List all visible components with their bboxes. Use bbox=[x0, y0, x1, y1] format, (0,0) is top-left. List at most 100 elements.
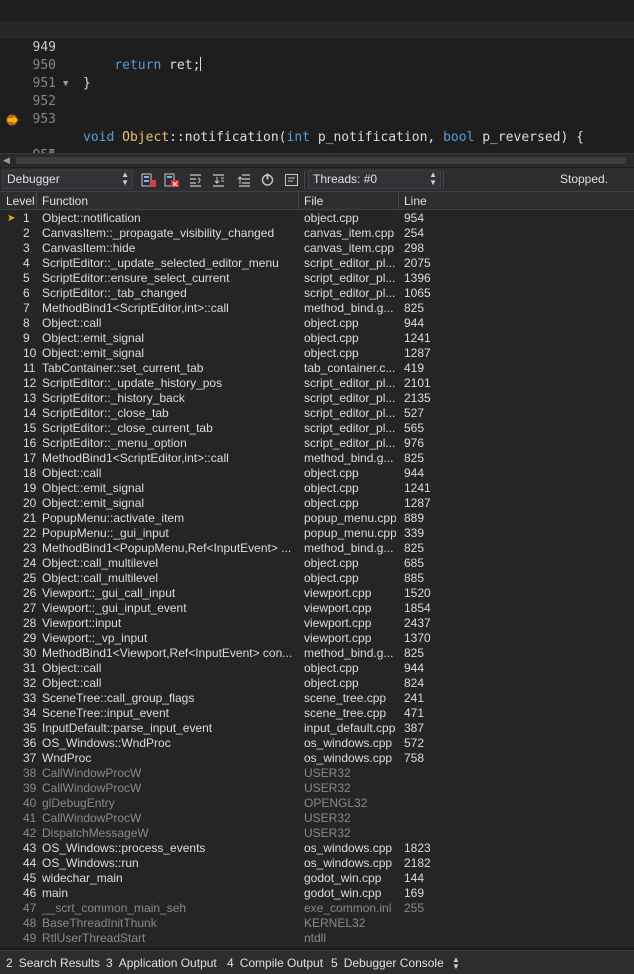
table-row[interactable]: 11 TabContainer::set_current_tab tab_conta… bbox=[0, 361, 634, 376]
code-line-breakpoint[interactable]: 954 _notificationv(p_notification, p_rev… bbox=[0, 111, 634, 153]
table-row[interactable]: 48 BaseThreadInitThunk KERNEL32 bbox=[0, 916, 634, 931]
code-line[interactable]: 950 } bbox=[0, 39, 634, 91]
table-row[interactable]: ➤ 1 Object::notification object.cpp 954 bbox=[0, 211, 634, 226]
frame-function: ScriptEditor::_update_history_pos bbox=[42, 376, 223, 390]
header-level[interactable]: Level bbox=[6, 194, 35, 208]
table-row[interactable]: 8 Object::call object.cpp 944 bbox=[0, 316, 634, 331]
call-stack-table[interactable]: Level Function File Line ➤ 1 Object::notif… bbox=[0, 192, 634, 947]
table-row[interactable]: 5 ScriptEditor::ensure_select_current scri… bbox=[0, 271, 634, 286]
toggle-breakpoints-icon[interactable] bbox=[140, 172, 157, 188]
code-line[interactable]: 952 ▼ void Object::notification(int p_no… bbox=[0, 75, 634, 145]
step-out-icon[interactable] bbox=[236, 172, 253, 188]
code-editor[interactable]: 948 949 return ret; 950 } 951 952 ▼ void… bbox=[0, 0, 634, 153]
frame-file: object.cpp bbox=[304, 676, 359, 690]
table-row[interactable]: 43 OS_Windows::process_events os_windows.c… bbox=[0, 841, 634, 856]
frame-function: Viewport::input bbox=[42, 616, 122, 630]
table-row[interactable]: 35 InputDefault::parse_input_event input_d… bbox=[0, 721, 634, 736]
table-row[interactable]: 9 Object::emit_signal object.cpp 1241 bbox=[0, 331, 634, 346]
restart-debugger-icon[interactable] bbox=[259, 172, 276, 188]
header-file[interactable]: File bbox=[304, 194, 323, 208]
table-row[interactable]: 34 SceneTree::input_event scene_tree.cpp 47… bbox=[0, 706, 634, 721]
column-divider[interactable] bbox=[398, 192, 399, 210]
breakpoint-current-frame-icon[interactable] bbox=[5, 114, 20, 126]
table-row[interactable]: 49 RtlUserThreadStart ntdll bbox=[0, 931, 634, 946]
frame-level: 28 bbox=[23, 616, 37, 630]
table-row[interactable]: 22 PopupMenu::_gui_input popup_menu.cpp 339 bbox=[0, 526, 634, 541]
table-row[interactable]: 29 Viewport::_vp_input viewport.cpp 1370 bbox=[0, 631, 634, 646]
frame-function: Object::call_multilevel bbox=[42, 571, 159, 585]
frame-function: MethodBind1<PopupMenu,Ref<InputEvent> ..… bbox=[42, 541, 292, 555]
frame-file: method_bind.g... bbox=[304, 646, 394, 660]
table-row[interactable]: 44 OS_Windows::run os_windows.cpp 2182 bbox=[0, 856, 634, 871]
column-divider[interactable] bbox=[298, 192, 299, 210]
table-row[interactable]: 38 CallWindowProcW USER32 bbox=[0, 766, 634, 781]
table-row[interactable]: 36 OS_Windows::WndProc os_windows.cpp 572 bbox=[0, 736, 634, 751]
table-row[interactable]: 42 DispatchMessageW USER32 bbox=[0, 826, 634, 841]
table-row[interactable]: 13 ScriptEditor::_history_back script_edit… bbox=[0, 391, 634, 406]
frame-level: 45 bbox=[23, 871, 37, 885]
editor-horizontal-scrollbar[interactable]: ◀ bbox=[0, 153, 634, 167]
table-row[interactable]: 26 Viewport::_gui_call_input viewport.cpp 1… bbox=[0, 586, 634, 601]
table-row[interactable]: 47 __scrt_common_main_seh exe_common.inl 25… bbox=[0, 901, 634, 916]
panel-select[interactable]: Debugger ▲ ▼ bbox=[2, 170, 133, 189]
header-line[interactable]: Line bbox=[404, 194, 427, 208]
fold-chevron-icon[interactable]: ▼ bbox=[63, 75, 68, 93]
scrollbar-thumb[interactable] bbox=[16, 157, 626, 164]
tab-search-results[interactable]: 2 Search Results bbox=[6, 956, 100, 970]
step-over-icon[interactable] bbox=[187, 172, 204, 188]
table-row[interactable]: 45 widechar_main godot_win.cpp 144 bbox=[0, 871, 634, 886]
table-row[interactable]: 18 Object::call object.cpp 944 bbox=[0, 466, 634, 481]
table-row[interactable]: 25 Object::call_multilevel object.cpp 885 bbox=[0, 571, 634, 586]
tabs-overflow-spinner-icon[interactable]: ▲ ▼ bbox=[452, 956, 460, 971]
table-row[interactable]: 20 Object::emit_signal object.cpp 1287 bbox=[0, 496, 634, 511]
table-row[interactable]: 23 MethodBind1<PopupMenu,Ref<InputEvent> … bbox=[0, 541, 634, 556]
table-row[interactable]: 40 glDebugEntry OPENGL32 bbox=[0, 796, 634, 811]
table-row[interactable]: 7 MethodBind1<ScriptEditor,int>::call meth… bbox=[0, 301, 634, 316]
table-row[interactable]: 37 WndProc os_windows.cpp 758 bbox=[0, 751, 634, 766]
table-row[interactable]: 2 CanvasItem::_propagate_visibility_chang… bbox=[0, 226, 634, 241]
table-row[interactable]: 27 Viewport::_gui_input_event viewport.cpp… bbox=[0, 601, 634, 616]
table-row[interactable]: 21 PopupMenu::activate_item popup_menu.cpp… bbox=[0, 511, 634, 526]
table-row[interactable]: 12 ScriptEditor::_update_history_pos scrip… bbox=[0, 376, 634, 391]
step-into-icon[interactable] bbox=[210, 172, 227, 188]
column-divider[interactable] bbox=[36, 192, 37, 210]
table-row[interactable]: 39 CallWindowProcW USER32 bbox=[0, 781, 634, 796]
table-row[interactable]: 15 ScriptEditor::_close_current_tab script… bbox=[0, 421, 634, 436]
code-line[interactable]: 951 bbox=[0, 57, 634, 91]
stop-debugger-icon[interactable] bbox=[163, 172, 180, 188]
frame-line: 1854 bbox=[404, 601, 431, 615]
table-row[interactable]: 17 MethodBind1<ScriptEditor,int>::call met… bbox=[0, 451, 634, 466]
table-row[interactable]: 19 Object::emit_signal object.cpp 1241 bbox=[0, 481, 634, 496]
table-row[interactable]: 31 Object::call object.cpp 944 bbox=[0, 661, 634, 676]
table-row[interactable]: 4 ScriptEditor::_update_selected_editor_m… bbox=[0, 256, 634, 271]
tab-compile-output[interactable]: 4 Compile Output bbox=[227, 956, 323, 970]
table-row[interactable]: 28 Viewport::input viewport.cpp 2437 bbox=[0, 616, 634, 631]
code-line[interactable]: 953 bbox=[0, 93, 634, 127]
tab-application-output[interactable]: 3 Application Output bbox=[106, 956, 217, 970]
table-row[interactable]: 16 ScriptEditor::_menu_option script_edito… bbox=[0, 436, 634, 451]
frame-line: 1520 bbox=[404, 586, 431, 600]
frame-function: OS_Windows::WndProc bbox=[42, 736, 171, 750]
table-row[interactable]: 46 main godot_win.cpp 169 bbox=[0, 886, 634, 901]
table-row[interactable]: 6 ScriptEditor::_tab_changed script_editor… bbox=[0, 286, 634, 301]
table-row[interactable]: 41 CallWindowProcW USER32 bbox=[0, 811, 634, 826]
threads-select[interactable]: Threads: #0 ▲ ▼ bbox=[308, 170, 441, 189]
scroll-left-icon[interactable]: ◀ bbox=[3, 155, 10, 166]
header-function[interactable]: Function bbox=[42, 194, 88, 208]
table-row[interactable]: 10 Object::emit_signal object.cpp 1287 bbox=[0, 346, 634, 361]
frame-file: USER32 bbox=[304, 781, 351, 795]
table-row[interactable]: 3 CanvasItem::hide canvas_item.cpp 298 bbox=[0, 241, 634, 256]
table-row[interactable]: 33 SceneTree::call_group_flags scene_tree.… bbox=[0, 691, 634, 706]
table-row[interactable]: 24 Object::call_multilevel object.cpp 685 bbox=[0, 556, 634, 571]
table-row[interactable]: 32 Object::call object.cpp 824 bbox=[0, 676, 634, 691]
frame-file: method_bind.g... bbox=[304, 301, 394, 315]
operate-by-instruction-icon[interactable] bbox=[283, 172, 300, 188]
table-row[interactable]: 30 MethodBind1<Viewport,Ref<InputEvent> c… bbox=[0, 646, 634, 661]
frame-function: Viewport::_gui_call_input bbox=[42, 586, 176, 600]
frame-line: 169 bbox=[404, 886, 425, 900]
code-line[interactable]: 948 bbox=[0, 3, 634, 37]
code-line-current[interactable]: 949 return ret; bbox=[0, 21, 634, 73]
table-row[interactable]: 14 ScriptEditor::_close_tab script_editor_… bbox=[0, 406, 634, 421]
code-line[interactable]: 955 bbox=[0, 129, 634, 153]
tab-debugger-console[interactable]: 5 Debugger Console bbox=[331, 956, 444, 970]
